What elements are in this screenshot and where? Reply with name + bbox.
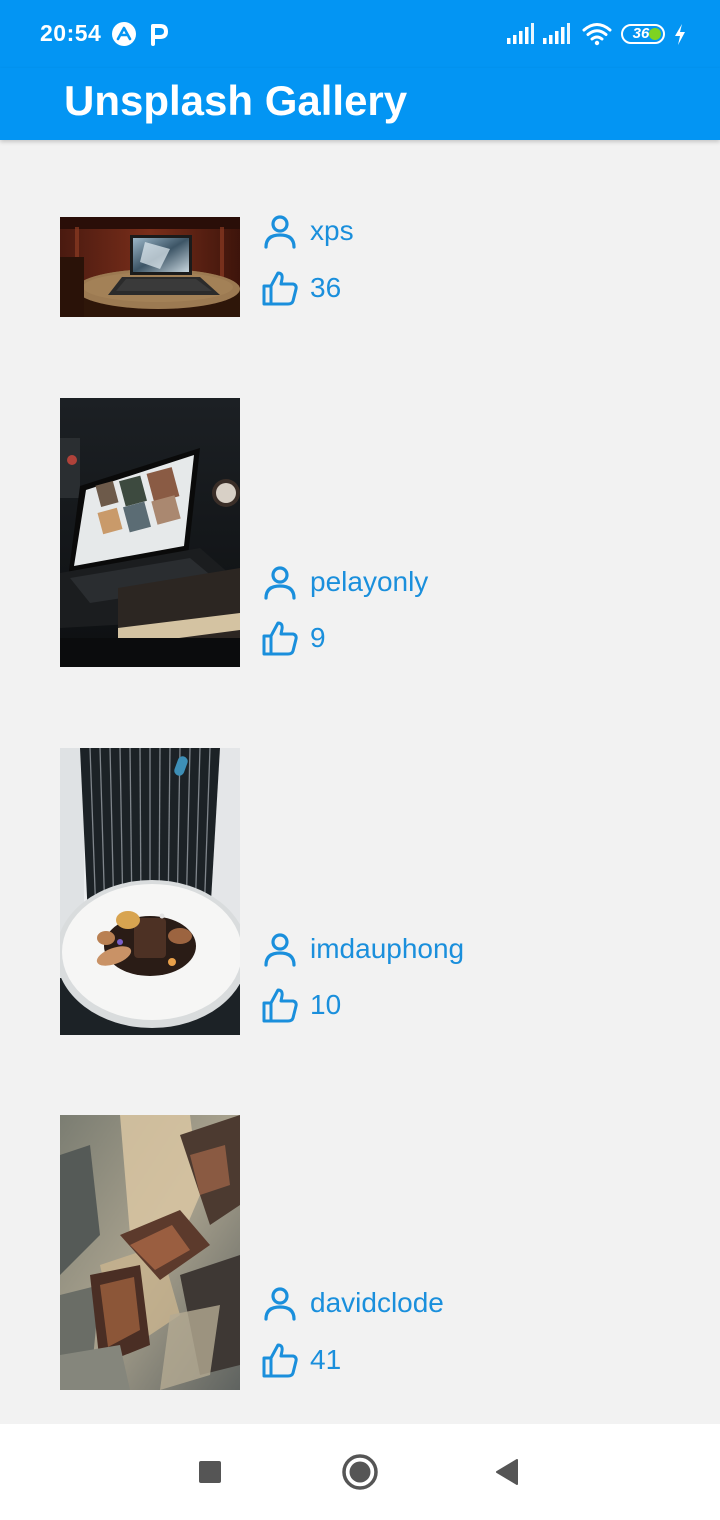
battery-icon: 36 (621, 24, 665, 44)
app-p-icon (151, 24, 168, 46)
charging-icon (675, 24, 685, 45)
photo-thumbnail[interactable] (60, 1115, 240, 1390)
thumbs-up-icon (262, 271, 298, 306)
status-time: 20:54 (40, 20, 102, 46)
battery-level: 36 (632, 25, 650, 42)
list-item[interactable]: davidclode 41 (60, 1115, 660, 1390)
author-name: imdauphong (310, 933, 465, 964)
user-icon (264, 1287, 296, 1321)
wifi-icon (582, 23, 612, 46)
photo-thumbnail[interactable] (60, 398, 240, 667)
photo-thumbnail[interactable] (60, 217, 240, 317)
status-bar: 20:54 36 (0, 0, 720, 68)
author-name: davidclode (310, 1287, 444, 1318)
author-name: xps (310, 215, 354, 246)
signal-icon (543, 23, 570, 44)
likes-count: 9 (310, 622, 326, 653)
navigation-bar (0, 1424, 720, 1520)
signal-icon (507, 23, 534, 44)
likes-row: 10 (260, 985, 341, 1025)
author-row: imdauphong (260, 929, 464, 969)
author-row: xps (260, 211, 354, 251)
user-icon (264, 933, 296, 967)
author-row: davidclode (260, 1283, 444, 1323)
thumbs-up-icon (262, 988, 298, 1023)
list-item[interactable]: xps 36 (60, 215, 660, 317)
likes-count: 41 (310, 1344, 342, 1375)
user-icon (264, 215, 296, 249)
thumbs-up-icon (262, 1343, 298, 1378)
page-title: Unsplash Gallery (64, 77, 408, 124)
recent-apps-icon[interactable] (190, 1452, 230, 1492)
author-name: pelayonly (310, 566, 429, 597)
likes-row: 36 (260, 268, 341, 308)
back-icon[interactable] (487, 1452, 527, 1492)
list-item[interactable]: pelayonly 9 (60, 398, 660, 667)
photo-thumbnail[interactable] (60, 748, 240, 1035)
home-icon[interactable] (340, 1452, 380, 1492)
likes-row: 41 (260, 1340, 341, 1380)
likes-row: 9 (260, 618, 326, 658)
user-icon (264, 566, 296, 600)
app-bar: Unsplash Gallery (0, 68, 720, 140)
list-item[interactable]: imdauphong 10 (60, 748, 660, 1035)
likes-count: 10 (310, 989, 342, 1020)
thumbs-up-icon (262, 621, 298, 656)
app-a-icon (112, 22, 136, 46)
author-row: pelayonly (260, 562, 428, 602)
likes-count: 36 (310, 272, 342, 303)
